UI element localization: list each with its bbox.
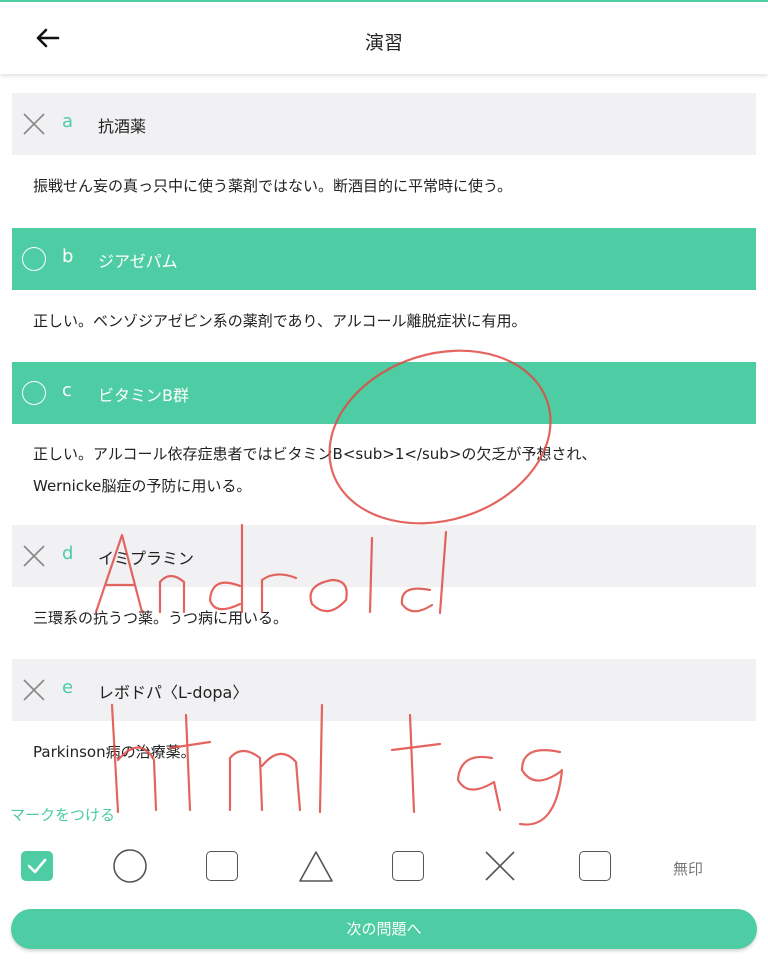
explanation-line: 正しい。アルコール依存症患者ではビタミンB<sub>1</sub>の欠乏が予想さ… (33, 445, 597, 463)
mark-check-button[interactable] (19, 849, 55, 883)
mark-box-button-2[interactable] (390, 849, 426, 883)
choice-explanation-b: 正しい。ベンゾジアゼピン系の薬剤であり、アルコール離脱症状に有用。 (33, 312, 527, 330)
choice-row-c[interactable]: c ビタミンB群 (12, 362, 756, 424)
mark-triangle-button[interactable] (298, 849, 334, 883)
cross-icon (485, 851, 515, 881)
checkbox-icon (392, 851, 424, 881)
choice-row-e[interactable]: e レボドパ〈L-dopa〉 (12, 659, 756, 721)
cross-icon (23, 113, 45, 135)
choice-explanation-d: 三環系の抗うつ薬。うつ病に用いる。 (33, 609, 289, 627)
choice-text: レボドパ〈L-dopa〉 (98, 683, 249, 702)
app-header: 演習 (0, 0, 768, 74)
choice-letter: b (62, 246, 74, 267)
next-question-button[interactable]: 次の問題へ (11, 909, 757, 949)
choice-explanation-a: 振戦せん妄の真っ只中に使う薬剤ではない。断酒目的に平常時に使う。 (33, 177, 513, 195)
page-title: 演習 (364, 32, 403, 54)
choice-row-a[interactable]: a 抗酒薬 (12, 93, 756, 155)
mark-circle-button[interactable] (112, 849, 148, 883)
radio-circle-icon (22, 247, 46, 271)
choice-text: 抗酒薬 (98, 117, 147, 136)
mark-section-title: マークをつける (10, 806, 116, 824)
circle-icon (113, 849, 147, 883)
annotation-circle (328, 349, 552, 525)
checkbox-icon (206, 851, 238, 881)
cross-icon (23, 679, 45, 701)
choice-text: ビタミンB群 (98, 386, 189, 405)
choice-row-b[interactable]: b ジアゼパム (12, 228, 756, 290)
choice-letter: c (62, 380, 72, 401)
choice-text: ジアゼパム (98, 252, 178, 271)
mark-box-button-1[interactable] (204, 849, 240, 883)
choice-letter: a (62, 111, 74, 132)
choice-explanation-e: Parkinson病の治療薬。 (33, 743, 196, 761)
choice-row-d[interactable]: d イミプラミン (12, 525, 756, 587)
choice-letter: e (62, 677, 74, 698)
choice-explanation-c: 正しい。アルコール依存症患者ではビタミンB<sub>1</sub>の欠乏が予想さ… (33, 438, 733, 502)
explanation-line: Wernicke脳症の予防に用いる。 (33, 477, 252, 495)
cross-icon (23, 545, 45, 567)
choice-text: イミプラミン (98, 549, 195, 568)
mark-none-button[interactable]: 無印 (673, 858, 703, 879)
triangle-icon (299, 851, 333, 882)
mark-box-button-3[interactable] (577, 849, 613, 883)
radio-circle-icon (22, 381, 46, 405)
checkbox-icon (579, 851, 611, 881)
mark-cross-button[interactable] (482, 849, 518, 883)
checkbox-checked-icon (21, 851, 53, 881)
choice-letter: d (62, 543, 74, 564)
